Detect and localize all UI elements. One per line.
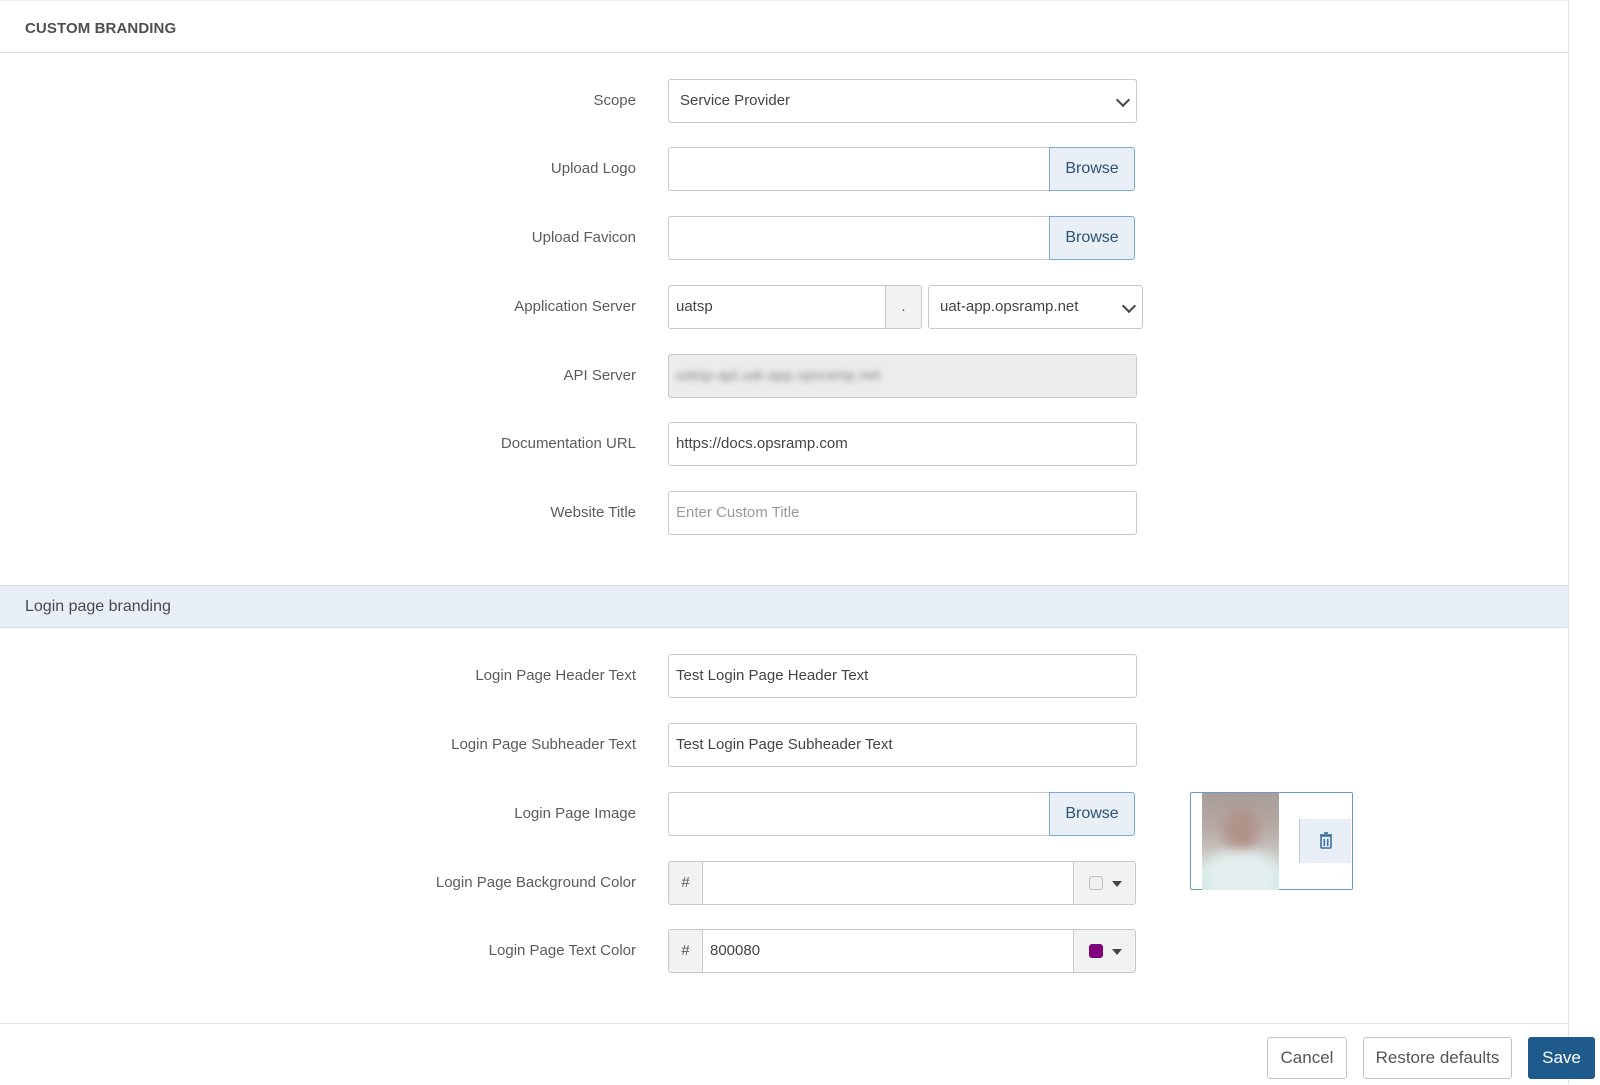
doc-url-input[interactable]: https://docs.opsramp.com xyxy=(668,422,1137,466)
login-branding-section-header: Login page branding xyxy=(0,585,1568,628)
doc-url-label: Documentation URL xyxy=(500,435,636,452)
api-server-row: API Server uatsp-api.uat-app.opsramp.net xyxy=(0,354,1568,398)
thumbnail-face xyxy=(1224,807,1258,853)
upload-favicon-row: Upload Favicon Browse xyxy=(0,216,1568,260)
api-server-value: uatsp-api.uat-app.opsramp.net xyxy=(676,367,881,384)
login-subheader-text-label: Login Page Subheader Text xyxy=(451,736,636,753)
app-server-label: Application Server xyxy=(514,298,636,315)
upload-logo-label: Upload Logo xyxy=(550,160,636,177)
login-header-text-row: Login Page Header Text Test Login Page H… xyxy=(0,654,1568,698)
website-title-row: Website Title Enter Custom Title xyxy=(0,491,1568,535)
caret-down-icon xyxy=(1112,949,1122,955)
login-subheader-text-input[interactable]: Test Login Page Subheader Text xyxy=(668,723,1137,767)
login-image-browse-button[interactable]: Browse xyxy=(1049,792,1135,836)
app-server-domain-select[interactable]: uat-app.opsramp.net xyxy=(928,285,1143,329)
upload-logo-browse-button[interactable]: Browse xyxy=(1049,147,1135,191)
login-bg-color-input[interactable] xyxy=(702,861,1074,905)
cancel-button[interactable]: Cancel xyxy=(1267,1037,1347,1079)
text-color-picker-button[interactable] xyxy=(1073,929,1136,973)
save-button[interactable]: Save xyxy=(1528,1037,1595,1079)
website-title-label: Website Title xyxy=(550,504,636,521)
upload-logo-input[interactable] xyxy=(668,147,1049,191)
scope-row: Scope Service Provider xyxy=(0,79,1568,123)
login-header-text-label: Login Page Header Text xyxy=(475,667,636,684)
login-bg-color-label: Login Page Background Color xyxy=(435,874,636,891)
upload-logo-row: Upload Logo Browse xyxy=(0,147,1568,191)
hash-prefix: # xyxy=(668,861,703,905)
bg-color-picker-button[interactable] xyxy=(1073,861,1136,905)
app-server-domain-value: uat-app.opsramp.net xyxy=(940,298,1079,315)
login-text-color-label: Login Page Text Color xyxy=(488,942,636,959)
api-server-label: API Server xyxy=(563,367,636,384)
footer-bar: Cancel Restore defaults Save xyxy=(0,1023,1595,1085)
login-image-input[interactable] xyxy=(668,792,1049,836)
text-color-swatch xyxy=(1089,944,1103,958)
app-server-subdomain-input[interactable]: uatsp xyxy=(668,285,886,329)
doc-url-row: Documentation URL https://docs.opsramp.c… xyxy=(0,422,1568,466)
upload-favicon-input[interactable] xyxy=(668,216,1049,260)
trash-icon xyxy=(1320,832,1332,849)
scope-label: Scope xyxy=(593,92,636,109)
scope-value: Service Provider xyxy=(680,92,791,109)
restore-defaults-button[interactable]: Restore defaults xyxy=(1363,1037,1512,1079)
app-server-row: Application Server uatsp . uat-app.opsra… xyxy=(0,285,1568,329)
section-title: Login page branding xyxy=(25,598,171,615)
login-header-text-input[interactable]: Test Login Page Header Text xyxy=(668,654,1137,698)
scope-select[interactable]: Service Provider xyxy=(668,79,1137,123)
api-server-input: uatsp-api.uat-app.opsramp.net xyxy=(668,354,1137,398)
website-title-input[interactable]: Enter Custom Title xyxy=(668,491,1137,535)
chevron-down-icon xyxy=(1115,92,1131,108)
upload-favicon-label: Upload Favicon xyxy=(531,229,636,246)
bg-color-swatch xyxy=(1089,876,1103,890)
caret-down-icon xyxy=(1112,881,1122,887)
login-text-color-row: Login Page Text Color # 800080 xyxy=(0,929,1568,973)
custom-branding-panel: CUSTOM BRANDING Scope Service Provider U… xyxy=(0,0,1595,1085)
login-image-label: Login Page Image xyxy=(514,805,636,822)
upload-favicon-browse-button[interactable]: Browse xyxy=(1049,216,1135,260)
page-title: CUSTOM BRANDING xyxy=(25,20,177,37)
login-bg-color-row: Login Page Background Color # xyxy=(0,861,1568,905)
app-server-separator: . xyxy=(885,285,922,329)
hash-prefix: # xyxy=(668,929,703,973)
login-text-color-input[interactable]: 800080 xyxy=(702,929,1074,973)
chevron-down-icon xyxy=(1121,298,1137,314)
panel-header: CUSTOM BRANDING xyxy=(0,0,1568,53)
delete-image-button[interactable] xyxy=(1299,819,1351,863)
login-subheader-text-row: Login Page Subheader Text Test Login Pag… xyxy=(0,723,1568,767)
